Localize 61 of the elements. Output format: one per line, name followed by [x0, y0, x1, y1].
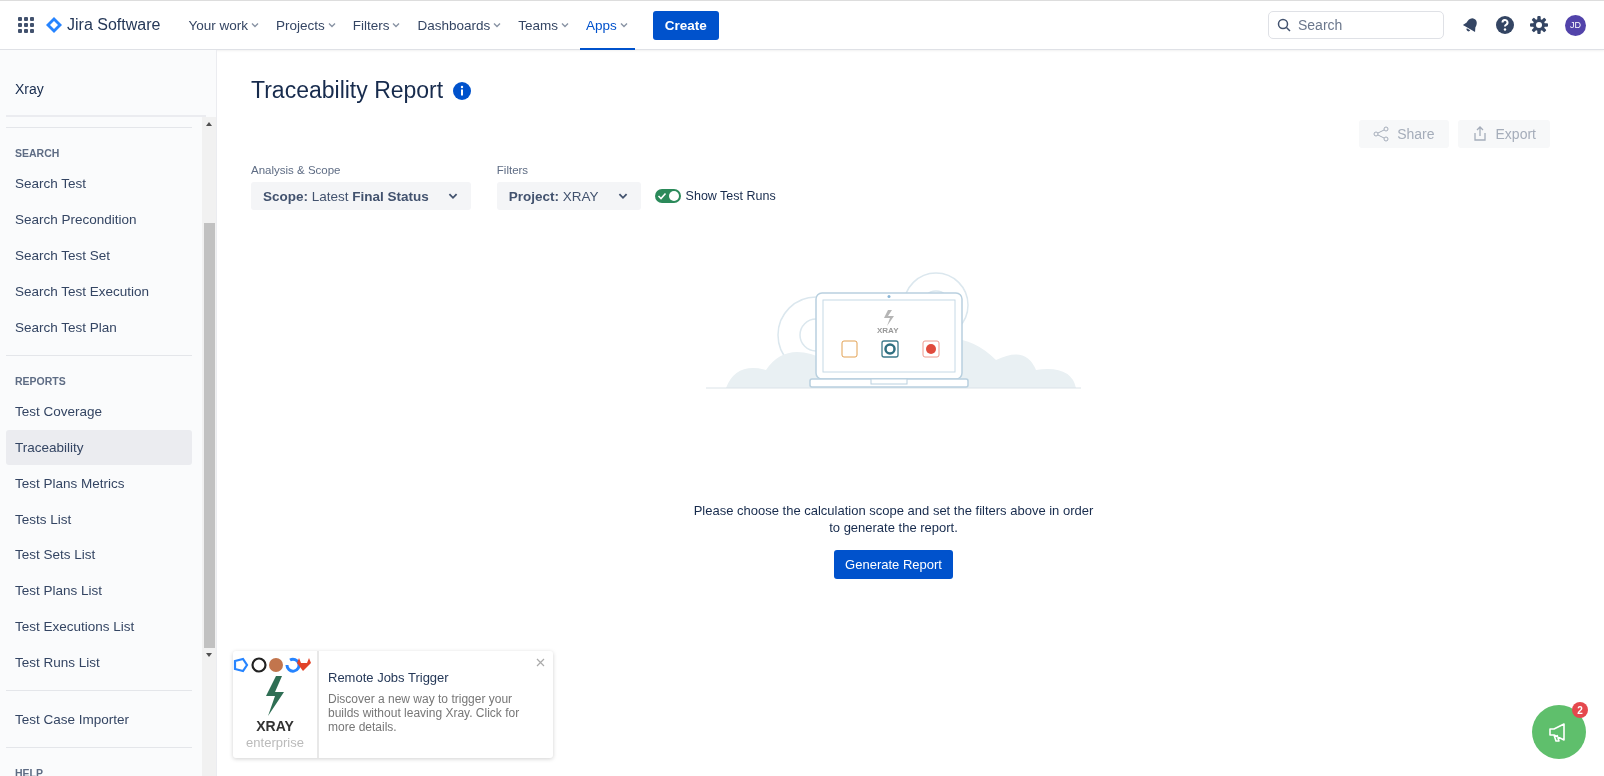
- sidebar-item[interactable]: Test Coverage: [6, 393, 192, 430]
- notification-badge: 2: [1572, 702, 1588, 718]
- nav-menu-item[interactable]: Filters: [346, 0, 408, 50]
- checkmark-icon: [656, 191, 667, 201]
- sidebar-title: Xray: [6, 50, 206, 117]
- sidebar-item[interactable]: Search Precondition: [6, 201, 192, 238]
- search-field[interactable]: Search: [1268, 11, 1444, 39]
- scrollbar[interactable]: [202, 117, 216, 776]
- sidebar-item[interactable]: Traceability: [6, 429, 192, 466]
- field-label: Analysis & Scope: [251, 164, 342, 176]
- chevron-down-icon: [560, 20, 570, 30]
- chevron-down-icon: [492, 20, 503, 30]
- logo-wordmark: XRAY: [877, 326, 899, 335]
- chevron-down-icon: [326, 20, 337, 30]
- feedback-button[interactable]: 2: [1532, 705, 1586, 759]
- sidebar-item[interactable]: Search Test Set: [6, 237, 192, 274]
- share-icon: [1373, 126, 1390, 142]
- sidebar-item[interactable]: Test Runs List: [6, 644, 192, 681]
- promo-title: Remote Jobs Trigger: [328, 670, 450, 685]
- empty-state-message: Please choose the calculation scope and set the filters above in order to generate the report.: [692, 502, 1095, 536]
- sidebar-item[interactable]: Search Test Execution: [6, 273, 192, 310]
- nav-menu-item[interactable]: Your work: [182, 0, 266, 50]
- sidebar-item[interactable]: Tests List: [6, 501, 192, 538]
- section-heading: SEARCH: [14, 146, 61, 161]
- sidebar-item[interactable]: Test Sets List: [6, 537, 192, 573]
- diamond-logo-icon: [46, 17, 62, 33]
- sidebar-item[interactable]: Test Plans List: [6, 572, 192, 609]
- toggle-switch[interactable]: [654, 189, 681, 203]
- product-name[interactable]: Jira Software: [67, 16, 161, 34]
- promo-text: Discover a new way to trigger your builds without leaving Xray. Click for more details.: [328, 692, 521, 734]
- chevron-down-icon: [249, 20, 260, 30]
- generate-report-button[interactable]: Generate Report: [834, 550, 953, 579]
- section-heading: REPORTS: [14, 373, 67, 389]
- settings-icon[interactable]: [1529, 15, 1549, 35]
- logo-subtitle: enterprise: [246, 736, 304, 750]
- nav-menu-item[interactable]: Projects: [269, 0, 343, 50]
- page-title: Traceability Report: [251, 77, 444, 104]
- chevron-down-icon: [618, 20, 629, 30]
- app-switcher-icon[interactable]: [18, 17, 34, 33]
- create-button[interactable]: Create: [652, 10, 719, 40]
- project-dropdown[interactable]: Project: XRAY: [496, 182, 641, 210]
- help-icon[interactable]: [1495, 15, 1515, 35]
- section-heading: HELP: [14, 765, 44, 776]
- search-icon: [1277, 18, 1291, 32]
- scope-dropdown[interactable]: Scope: Latest Final Status: [251, 182, 471, 210]
- logo-wordmark: XRAY: [256, 719, 294, 733]
- sidebar-item[interactable]: Test Case Importer: [6, 701, 192, 737]
- nav-menu-item[interactable]: Dashboards: [411, 0, 509, 50]
- nav-menu-item[interactable]: Apps: [580, 0, 635, 50]
- field-label: Filters: [496, 164, 530, 176]
- nav-menu-item[interactable]: Teams: [512, 0, 576, 50]
- sidebar-item[interactable]: Search Test Plan: [6, 309, 192, 345]
- info-icon[interactable]: [453, 81, 472, 100]
- chevron-down-icon: [391, 20, 402, 30]
- sidebar-item[interactable]: Search Test: [6, 166, 192, 202]
- user-avatar[interactable]: JD: [1565, 14, 1586, 36]
- sidebar-item[interactable]: Test Plans Metrics: [6, 465, 192, 502]
- toggle-label: Show Test Runs: [685, 189, 776, 203]
- upload-icon: [1471, 126, 1488, 142]
- promo-card[interactable]: XRAY enterprise Remote Jobs Trigger Discover a new way to trigger your builds without leaving Xray. Click for more details.: [233, 651, 553, 758]
- sidebar-item[interactable]: Test Executions List: [6, 608, 192, 645]
